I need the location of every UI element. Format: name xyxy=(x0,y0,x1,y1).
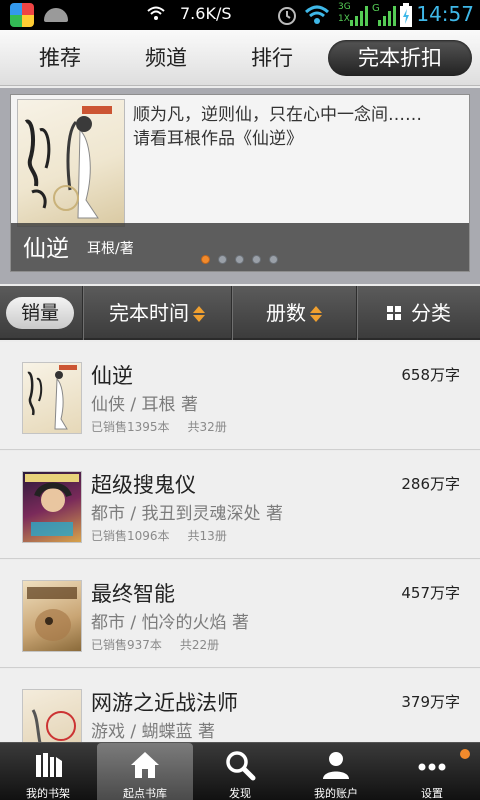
book-list-item[interactable]: 超级搜鬼仪 286万字 都市 / 我丑到灵魂深处 著 已销售1096本 共13册 xyxy=(0,451,480,559)
book-list-item[interactable]: 网游之近战法师 379万字 游戏 / 蝴蝶蓝 著 xyxy=(0,669,480,742)
grid-icon xyxy=(387,306,401,320)
carousel-dot[interactable] xyxy=(235,255,244,264)
carousel-dot[interactable] xyxy=(269,255,278,264)
top-tabs: 推荐 频道 排行 完本折扣 xyxy=(0,30,480,86)
signal-icon-2 xyxy=(378,6,396,26)
divider xyxy=(231,286,232,340)
carousel-dot[interactable] xyxy=(252,255,261,264)
network-3g-label: 3G xyxy=(338,2,351,12)
featured-book-cover xyxy=(17,99,125,227)
book-word-count: 379万字 xyxy=(401,693,460,711)
sort-arrows-icon xyxy=(193,306,205,322)
tab-channel[interactable]: 频道 xyxy=(126,40,206,76)
net-speed: 7.6K/S xyxy=(180,4,232,23)
divider xyxy=(82,286,83,340)
more-icon xyxy=(418,763,446,771)
book-volume-count: 共13册 xyxy=(187,529,227,543)
network-1x-label: 1X xyxy=(338,14,350,24)
sort-by-finish-time-button[interactable]: 完本时间 xyxy=(84,286,230,340)
signal-icon-1 xyxy=(350,6,368,26)
wifi-small-icon xyxy=(147,6,165,20)
notification-badge xyxy=(460,749,470,759)
sort-by-volumes-button[interactable]: 册数 xyxy=(233,286,355,340)
book-sold-count: 已销售937本 xyxy=(91,638,162,652)
sort-by-sales-button[interactable]: 销量 xyxy=(6,297,74,329)
nav-bookstore[interactable]: 起点书库 xyxy=(97,743,193,800)
book-cover xyxy=(22,362,82,434)
book-meta: 已销售937本 共22册 xyxy=(91,636,237,653)
nav-bookstore-label: 起点书库 xyxy=(123,787,167,800)
battery-icon xyxy=(400,3,412,27)
book-meta: 已销售1395本 共32册 xyxy=(91,418,245,435)
bottom-navigation: 我的书架 起点书库 发现 我的账户 设置 xyxy=(0,742,480,800)
alarm-icon xyxy=(278,7,296,25)
app-notification-icon xyxy=(10,3,34,27)
nav-bookshelf[interactable]: 我的书架 xyxy=(0,743,96,800)
category-button[interactable]: 分类 xyxy=(358,286,480,340)
featured-banner: 顺为凡，逆则仙，只在心中一念间…… 请看耳根作品《仙逆》 仙逆 耳根/著 xyxy=(0,88,480,284)
book-title: 网游之近战法师 xyxy=(91,691,238,715)
tab-recommend[interactable]: 推荐 xyxy=(20,40,100,76)
book-genre-author: 仙侠 / 耳根 著 xyxy=(91,395,198,415)
sort-volumes-label: 册数 xyxy=(266,301,306,325)
nav-account[interactable]: 我的账户 xyxy=(288,743,384,800)
nav-discover[interactable]: 发现 xyxy=(192,743,288,800)
android-icon xyxy=(44,8,68,22)
nav-settings[interactable]: 设置 xyxy=(384,743,480,800)
book-volume-count: 共32册 xyxy=(187,420,227,434)
featured-book-card[interactable]: 顺为凡，逆则仙，只在心中一念间…… 请看耳根作品《仙逆》 仙逆 耳根/著 xyxy=(10,94,470,272)
book-genre-author: 都市 / 我丑到灵魂深处 著 xyxy=(91,504,283,524)
sort-bar: 销量 完本时间 册数 分类 xyxy=(0,286,480,340)
tab-ranking[interactable]: 排行 xyxy=(232,40,312,76)
status-bar: 7.6K/S 3G 1X G 14:57 xyxy=(0,0,480,30)
wifi-icon xyxy=(304,5,330,24)
book-meta: 已销售1096本 共13册 xyxy=(91,527,245,544)
tab-finished-discount[interactable]: 完本折扣 xyxy=(328,40,472,76)
book-title: 超级搜鬼仪 xyxy=(91,473,196,497)
book-volume-count: 共22册 xyxy=(179,638,220,652)
search-icon xyxy=(226,751,256,781)
bookshelf-icon xyxy=(36,753,62,777)
featured-book-footer: 仙逆 耳根/著 xyxy=(11,223,469,271)
nav-settings-label: 设置 xyxy=(421,787,443,800)
book-word-count: 658万字 xyxy=(401,366,460,384)
nav-discover-label: 发现 xyxy=(229,787,251,800)
carousel-dot[interactable] xyxy=(201,255,210,264)
carousel-dot[interactable] xyxy=(218,255,227,264)
featured-book-description: 顺为凡，逆则仙，只在心中一念间…… 请看耳根作品《仙逆》 xyxy=(133,105,456,149)
book-sold-count: 已销售1096本 xyxy=(91,529,170,543)
book-title: 最终智能 xyxy=(91,582,175,606)
featured-book-title: 仙逆 xyxy=(23,236,69,262)
sort-arrows-icon xyxy=(310,306,322,322)
book-genre-author: 游戏 / 蝴蝶蓝 著 xyxy=(91,722,215,742)
book-word-count: 457万字 xyxy=(401,584,460,602)
book-title: 仙逆 xyxy=(91,364,133,388)
nav-account-label: 我的账户 xyxy=(314,787,358,800)
book-list-item[interactable]: 最终智能 457万字 都市 / 怕冷的火焰 著 已销售937本 共22册 xyxy=(0,560,480,668)
category-label: 分类 xyxy=(411,301,451,325)
book-cover xyxy=(22,471,82,543)
nav-bookshelf-label: 我的书架 xyxy=(26,787,70,800)
user-icon xyxy=(323,752,349,779)
book-genre-author: 都市 / 怕冷的火焰 著 xyxy=(91,613,249,633)
clock: 14:57 xyxy=(416,2,474,26)
book-sold-count: 已销售1395本 xyxy=(91,420,170,434)
book-word-count: 286万字 xyxy=(401,475,460,493)
book-list: 仙逆 658万字 仙侠 / 耳根 著 已销售1395本 共32册 超级搜鬼仪 28… xyxy=(0,342,480,742)
featured-book-author: 耳根/著 xyxy=(87,241,134,257)
divider xyxy=(356,286,357,340)
home-icon xyxy=(131,752,159,778)
book-cover xyxy=(22,580,82,652)
book-cover xyxy=(22,689,82,742)
sort-finish-time-label: 完本时间 xyxy=(109,301,189,325)
book-list-item[interactable]: 仙逆 658万字 仙侠 / 耳根 著 已销售1395本 共32册 xyxy=(0,342,480,450)
